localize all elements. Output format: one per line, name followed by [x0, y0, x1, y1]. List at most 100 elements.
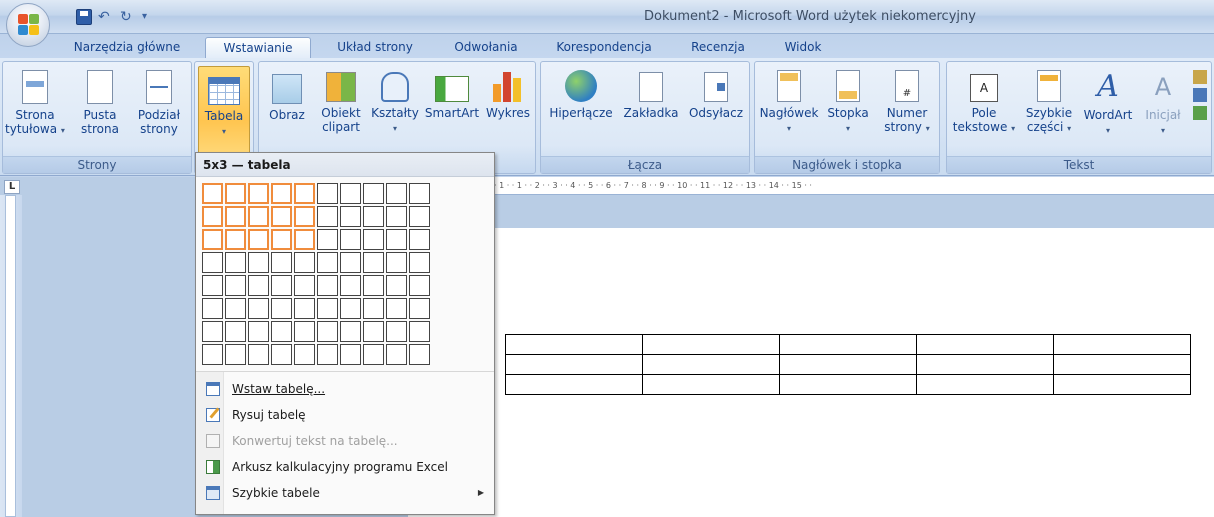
table-cell[interactable]: [505, 354, 643, 375]
table-cell[interactable]: [916, 354, 1054, 375]
customize-qat-icon[interactable]: ▾: [142, 9, 158, 25]
grid-cell[interactable]: [363, 275, 384, 296]
grid-cell[interactable]: [317, 344, 338, 365]
grid-cell[interactable]: [317, 252, 338, 273]
grid-cell[interactable]: [386, 206, 407, 227]
grid-cell[interactable]: [271, 344, 292, 365]
grid-cell[interactable]: [225, 183, 246, 204]
grid-cell[interactable]: [317, 206, 338, 227]
grid-cell[interactable]: [386, 252, 407, 273]
grid-cell[interactable]: [248, 321, 269, 342]
stopka-button[interactable]: Stopka ▾: [821, 66, 875, 136]
grid-cell[interactable]: [363, 298, 384, 319]
grid-cell[interactable]: [225, 252, 246, 273]
grid-cell[interactable]: [294, 206, 315, 227]
podzial-strony-button[interactable]: Podział strony: [131, 66, 187, 136]
grid-cell[interactable]: [363, 229, 384, 250]
grid-cell[interactable]: [386, 344, 407, 365]
grid-cell[interactable]: [317, 229, 338, 250]
grid-cell[interactable]: [340, 321, 361, 342]
grid-cell[interactable]: [271, 183, 292, 204]
grid-cell[interactable]: [248, 275, 269, 296]
table-cell[interactable]: [642, 334, 780, 355]
grid-cell[interactable]: [294, 275, 315, 296]
grid-cell[interactable]: [386, 275, 407, 296]
grid-cell[interactable]: [409, 275, 430, 296]
smartart-button[interactable]: SmartArt: [423, 66, 481, 120]
grid-cell[interactable]: [248, 252, 269, 273]
grid-cell[interactable]: [340, 252, 361, 273]
naglowek-button[interactable]: Nagłówek ▾: [759, 66, 819, 136]
draw-table-item[interactable]: Rysuj tabelę: [196, 402, 494, 428]
grid-cell[interactable]: [225, 298, 246, 319]
grid-cell[interactable]: [225, 275, 246, 296]
redo-icon[interactable]: ↻: [120, 9, 136, 25]
grid-cell[interactable]: [409, 321, 430, 342]
grid-cell[interactable]: [340, 229, 361, 250]
grid-cell[interactable]: [363, 252, 384, 273]
grid-cell[interactable]: [386, 229, 407, 250]
grid-cell[interactable]: [363, 321, 384, 342]
insert-table-item[interactable]: Wstaw tabelę...: [196, 376, 494, 402]
grid-cell[interactable]: [248, 298, 269, 319]
undo-icon[interactable]: ↶: [98, 9, 114, 25]
document-table[interactable]: [505, 334, 1191, 395]
pole-tekstowe-button[interactable]: A Pole tekstowe ▾: [951, 66, 1017, 136]
tab-selector[interactable]: L: [4, 180, 20, 194]
grid-cell[interactable]: [317, 275, 338, 296]
grid-cell[interactable]: [363, 344, 384, 365]
grid-cell[interactable]: [294, 321, 315, 342]
szybkie-czesci-button[interactable]: Szybkie części ▾: [1019, 66, 1079, 136]
tab-widok[interactable]: Widok: [772, 37, 834, 58]
quick-tables-item[interactable]: Szybkie tabele ▶: [196, 480, 494, 506]
grid-cell[interactable]: [340, 275, 361, 296]
grid-cell[interactable]: [202, 229, 223, 250]
inicjal-button[interactable]: A Inicjał ▾: [1139, 66, 1187, 138]
grid-cell[interactable]: [317, 183, 338, 204]
table-cell[interactable]: [779, 374, 917, 395]
grid-cell[interactable]: [271, 252, 292, 273]
tabela-button[interactable]: Tabela ▾: [198, 66, 250, 158]
grid-cell[interactable]: [294, 252, 315, 273]
grid-cell[interactable]: [202, 344, 223, 365]
grid-cell[interactable]: [248, 344, 269, 365]
grid-cell[interactable]: [386, 183, 407, 204]
grid-cell[interactable]: [340, 206, 361, 227]
grid-cell[interactable]: [202, 252, 223, 273]
table-cell[interactable]: [779, 354, 917, 375]
grid-cell[interactable]: [225, 229, 246, 250]
tab-narzedzia-glowne[interactable]: Narzędzia główne: [62, 37, 192, 58]
table-cell[interactable]: [1053, 374, 1191, 395]
grid-cell[interactable]: [248, 229, 269, 250]
tab-korespondencja[interactable]: Korespondencja: [543, 37, 665, 58]
grid-cell[interactable]: [294, 344, 315, 365]
wykres-button[interactable]: Wykres: [483, 66, 533, 120]
table-cell[interactable]: [1053, 354, 1191, 375]
grid-cell[interactable]: [225, 321, 246, 342]
grid-cell[interactable]: [386, 298, 407, 319]
grid-cell[interactable]: [409, 344, 430, 365]
excel-spreadsheet-item[interactable]: Arkusz kalkulacyjny programu Excel: [196, 454, 494, 480]
grid-cell[interactable]: [317, 321, 338, 342]
grid-cell[interactable]: [317, 298, 338, 319]
save-icon[interactable]: [76, 9, 92, 25]
table-cell[interactable]: [642, 374, 780, 395]
table-cell[interactable]: [642, 354, 780, 375]
table-cell[interactable]: [1053, 334, 1191, 355]
zakladka-button[interactable]: Zakładka: [619, 66, 683, 120]
wordart-button[interactable]: A WordArt ▾: [1079, 66, 1137, 138]
grid-cell[interactable]: [409, 298, 430, 319]
grid-cell[interactable]: [271, 321, 292, 342]
grid-cell[interactable]: [248, 206, 269, 227]
pusta-strona-button[interactable]: Pusta strona: [75, 66, 125, 136]
table-cell[interactable]: [916, 334, 1054, 355]
table-cell[interactable]: [916, 374, 1054, 395]
grid-cell[interactable]: [202, 183, 223, 204]
grid-cell[interactable]: [271, 275, 292, 296]
vertical-ruler[interactable]: [0, 195, 22, 517]
grid-cell[interactable]: [409, 206, 430, 227]
grid-cell[interactable]: [202, 298, 223, 319]
tab-uklad-strony[interactable]: Układ strony: [322, 37, 428, 58]
strona-tytulowa-button[interactable]: Strona tytułowa ▾: [5, 66, 65, 138]
table-cell[interactable]: [779, 334, 917, 355]
